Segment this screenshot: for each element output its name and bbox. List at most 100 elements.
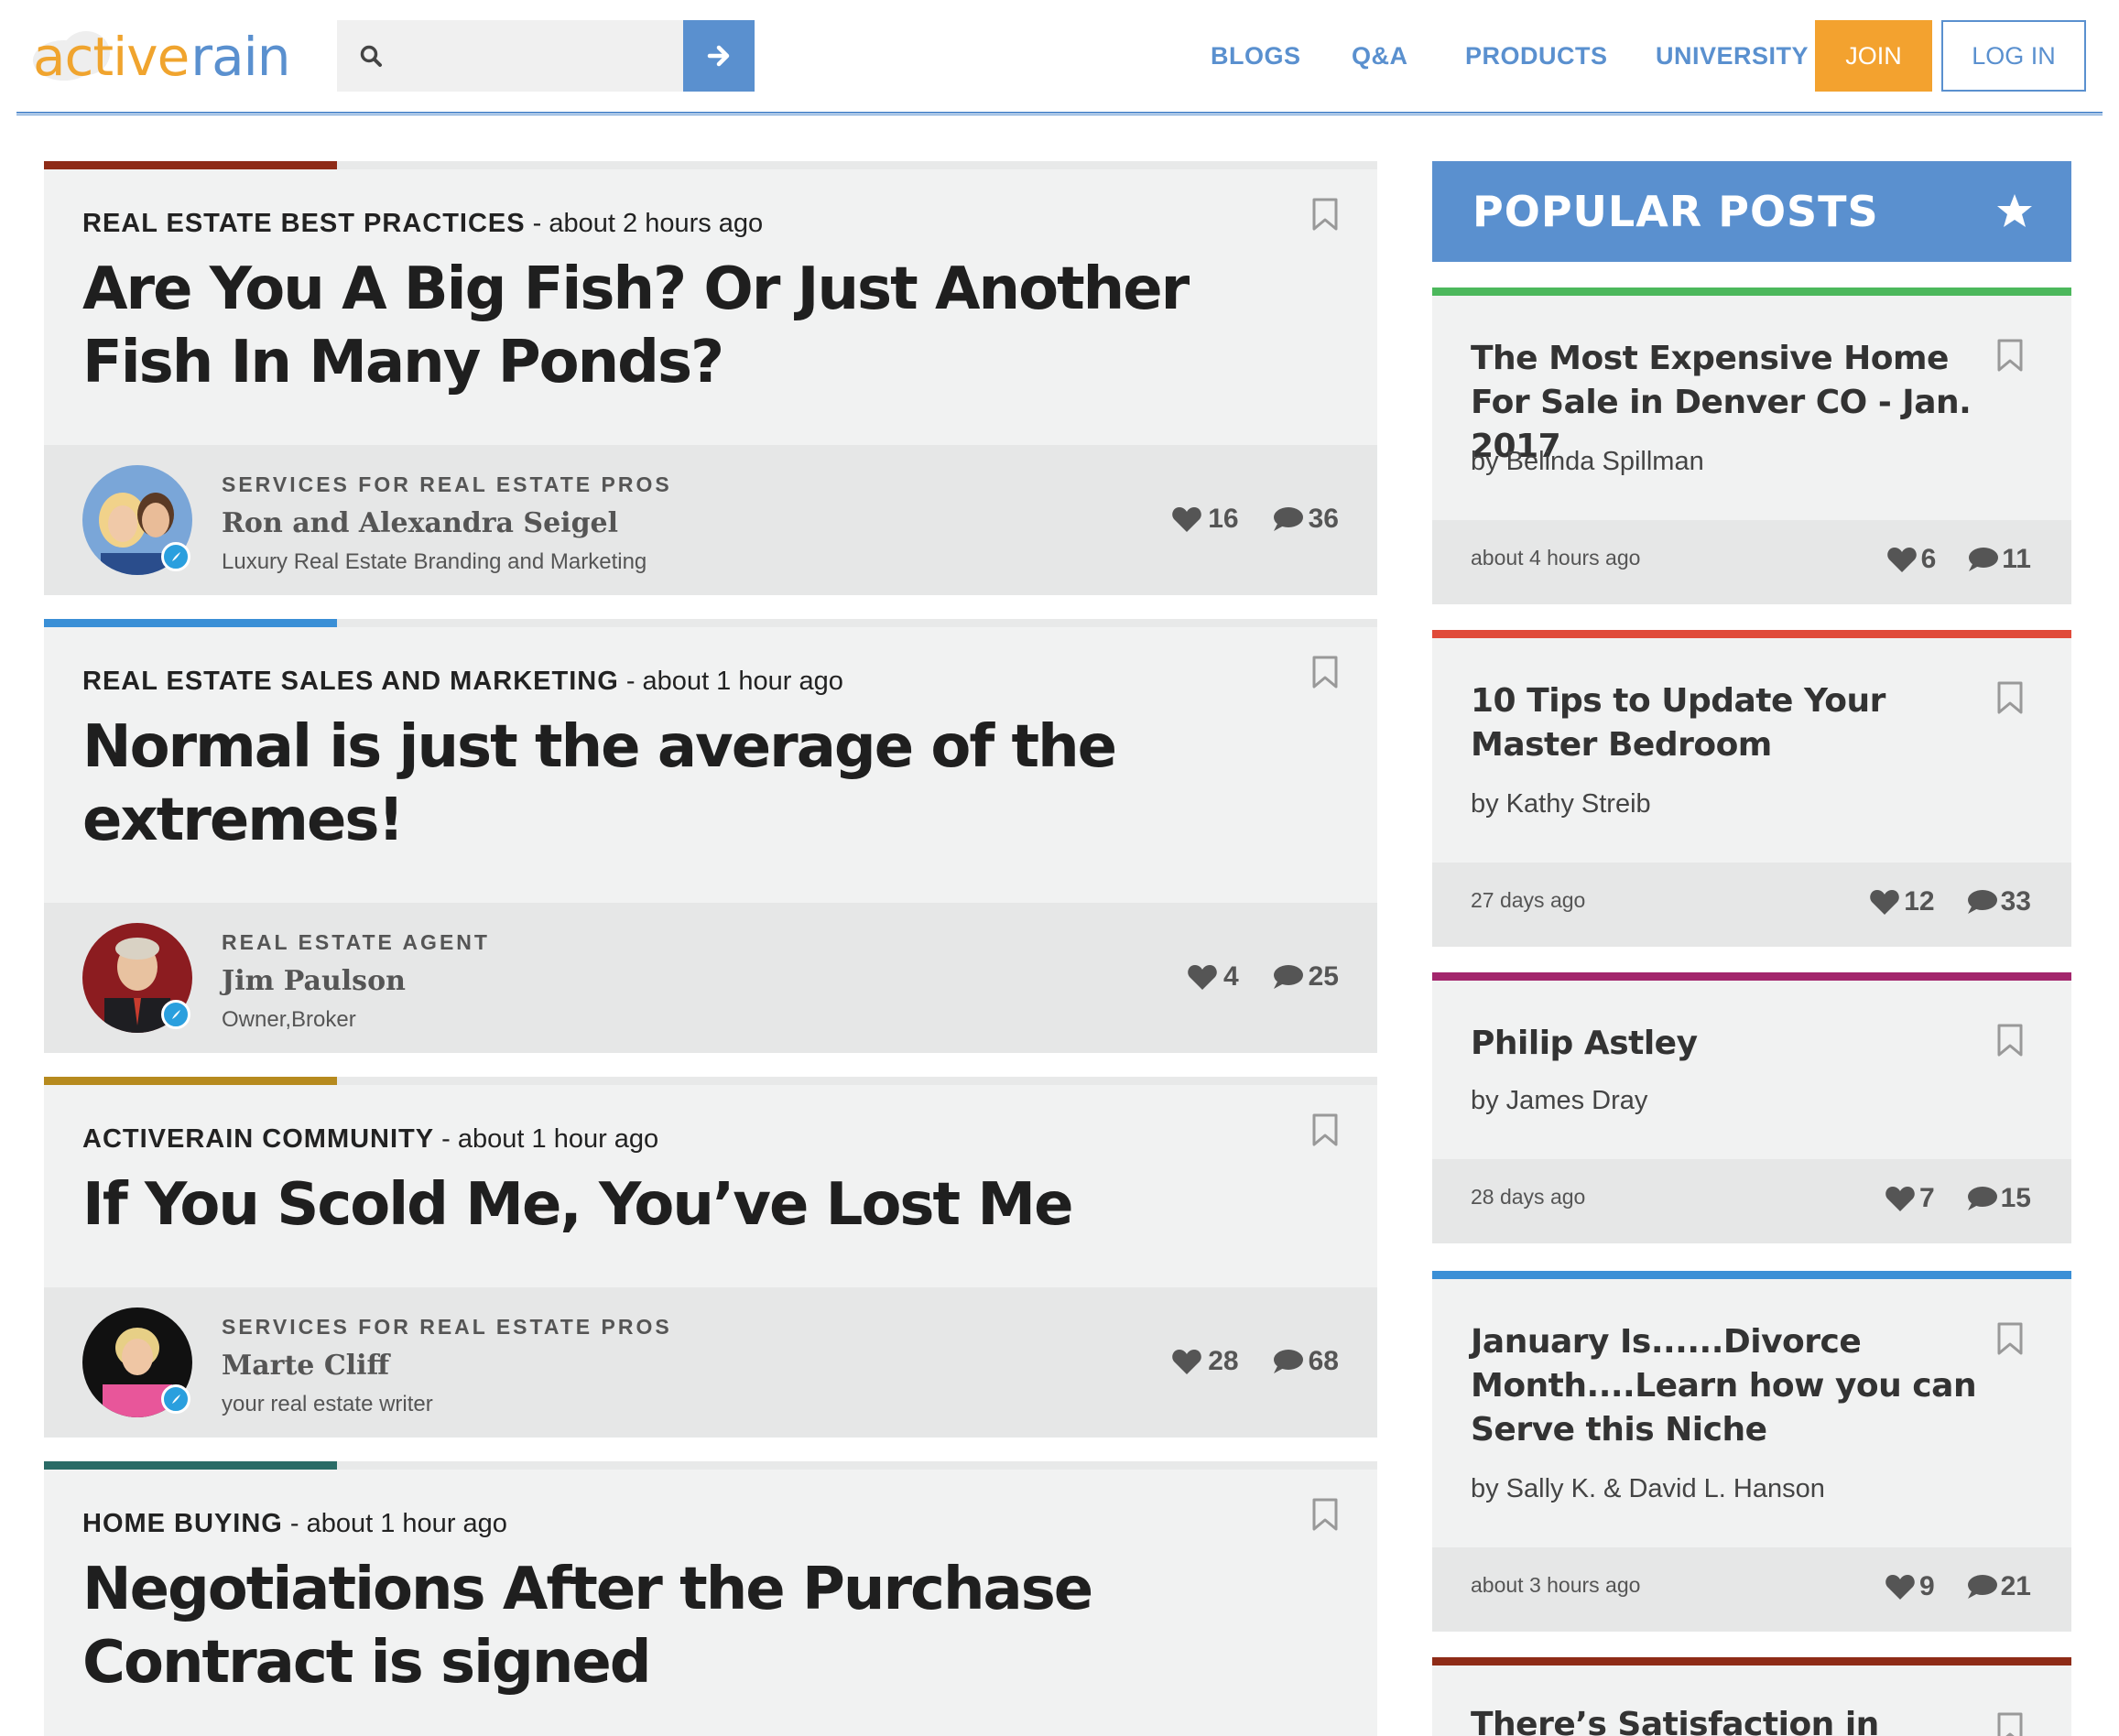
post-category[interactable]: HOME BUYING bbox=[82, 1509, 283, 1538]
post-title[interactable]: Normal is just the average of the extrem… bbox=[82, 711, 1328, 857]
post-title[interactable]: If You Scold Me, You’ve Lost Me bbox=[82, 1168, 1328, 1242]
popular-post-accent bbox=[1432, 1657, 2071, 1665]
popular-post-card[interactable]: There’s Satisfaction in bbox=[1432, 1657, 2071, 1736]
nav-products[interactable]: PRODUCTS bbox=[1465, 20, 1608, 92]
activerain-logo[interactable]: active rain bbox=[33, 20, 291, 93]
post-category[interactable]: REAL ESTATE BEST PRACTICES bbox=[82, 209, 526, 238]
bookmark-icon[interactable] bbox=[1311, 1498, 1339, 1531]
likes-count[interactable]: 12 bbox=[1869, 886, 1935, 917]
popular-post-title[interactable]: 10 Tips to Update Your Master Bedroom bbox=[1471, 679, 1983, 767]
popular-post-author[interactable]: by Kathy Streib bbox=[1471, 789, 1651, 819]
post-time: - about 1 hour ago bbox=[434, 1124, 659, 1154]
comment-icon bbox=[1273, 1350, 1303, 1373]
likes-count[interactable]: 16 bbox=[1171, 504, 1239, 535]
popular-post-time: about 4 hours ago bbox=[1471, 546, 1641, 570]
popular-post-author[interactable]: by James Dray bbox=[1471, 1086, 1647, 1116]
post-time: - about 2 hours ago bbox=[525, 209, 764, 238]
logo-rain-text: rain bbox=[190, 26, 290, 88]
author-name[interactable]: Jim Paulson bbox=[222, 965, 406, 997]
heart-icon bbox=[1885, 1187, 1915, 1211]
author-name[interactable]: Ron and Alexandra Seigel bbox=[222, 507, 618, 539]
author-tagline: Luxury Real Estate Branding and Marketin… bbox=[222, 549, 647, 574]
nav-qa[interactable]: Q&A bbox=[1352, 20, 1408, 92]
author-role: SERVICES FOR REAL ESTATE PROS bbox=[222, 472, 672, 496]
heart-icon bbox=[1188, 965, 1217, 990]
arrow-right-icon bbox=[707, 45, 730, 67]
search-submit-button[interactable] bbox=[683, 20, 755, 92]
bookmark-icon[interactable] bbox=[1311, 198, 1339, 231]
comments-count[interactable]: 33 bbox=[1966, 886, 2031, 917]
popular-post-card[interactable]: 10 Tips to Update Your Master Bedroom by… bbox=[1432, 630, 2071, 947]
site-header: active rain BLOGS Q&A PRODUCTS UNIVERSITY… bbox=[0, 0, 2119, 115]
search-field[interactable] bbox=[337, 20, 683, 92]
join-button[interactable]: JOIN bbox=[1815, 20, 1932, 92]
post-title[interactable]: Negotiations After the Purchase Contract… bbox=[82, 1553, 1328, 1699]
likes-count[interactable]: 28 bbox=[1171, 1346, 1239, 1377]
popular-post-author[interactable]: by Sally K. & David L. Hanson bbox=[1471, 1474, 1825, 1504]
likes-count[interactable]: 9 bbox=[1885, 1571, 1935, 1602]
comment-icon bbox=[1967, 890, 1997, 914]
popular-posts-title: POPULAR POSTS bbox=[1472, 187, 1879, 236]
likes-value: 16 bbox=[1208, 504, 1239, 534]
author-role: SERVICES FOR REAL ESTATE PROS bbox=[222, 1315, 672, 1339]
popular-posts-header: POPULAR POSTS bbox=[1432, 161, 2071, 262]
popular-post-title[interactable]: January Is......Divorce Month....Learn h… bbox=[1471, 1320, 1983, 1452]
bookmark-icon[interactable] bbox=[1996, 1322, 2024, 1355]
comments-value: 15 bbox=[2000, 1183, 2031, 1213]
login-button[interactable]: LOG IN bbox=[1941, 20, 2086, 92]
comments-count[interactable]: 11 bbox=[1967, 544, 2031, 575]
popular-post-card[interactable]: January Is......Divorce Month....Learn h… bbox=[1432, 1271, 2071, 1632]
popular-post-stats: 6 11 bbox=[1855, 544, 2031, 575]
bookmark-icon[interactable] bbox=[1996, 681, 2024, 714]
bookmark-icon[interactable] bbox=[1311, 656, 1339, 689]
popular-post-stats: 9 21 bbox=[1853, 1571, 2031, 1602]
popular-post-time: 27 days ago bbox=[1471, 888, 1586, 912]
comments-count[interactable]: 15 bbox=[1966, 1183, 2031, 1214]
popular-post-card[interactable]: Philip Astley by James Dray 28 days ago … bbox=[1432, 972, 2071, 1243]
author-role: REAL ESTATE AGENT bbox=[222, 930, 490, 954]
nav-university[interactable]: UNIVERSITY bbox=[1656, 20, 1809, 92]
comment-icon bbox=[1273, 965, 1303, 989]
comments-count[interactable]: 36 bbox=[1272, 504, 1339, 535]
post-category[interactable]: ACTIVERAIN COMMUNITY bbox=[82, 1124, 434, 1154]
post-category[interactable]: REAL ESTATE SALES AND MARKETING bbox=[82, 667, 619, 696]
search-input[interactable] bbox=[396, 41, 670, 71]
comments-count[interactable]: 21 bbox=[1966, 1571, 2031, 1602]
post-time: - about 1 hour ago bbox=[618, 667, 843, 696]
post-title[interactable]: Are You A Big Fish? Or Just Another Fish… bbox=[82, 253, 1328, 399]
bookmark-icon[interactable] bbox=[1996, 339, 2024, 372]
verified-badge-icon bbox=[161, 1000, 190, 1029]
heart-icon bbox=[1870, 890, 1900, 915]
comment-icon bbox=[1273, 507, 1303, 531]
post-meta: ACTIVERAIN COMMUNITY - about 1 hour ago bbox=[82, 1124, 658, 1155]
bookmark-icon[interactable] bbox=[1996, 1712, 2024, 1736]
comments-count[interactable]: 68 bbox=[1272, 1346, 1339, 1377]
popular-post-title[interactable]: There’s Satisfaction in bbox=[1471, 1703, 1983, 1736]
blog-post-card[interactable]: ACTIVERAIN COMMUNITY - about 1 hour ago … bbox=[44, 1077, 1377, 1438]
popular-post-author[interactable]: by Belinda Spillman bbox=[1471, 447, 1704, 477]
heart-icon bbox=[1886, 548, 1917, 572]
blog-post-card[interactable]: HOME BUYING - about 1 hour ago Negotiati… bbox=[44, 1461, 1377, 1736]
blog-post-card[interactable]: REAL ESTATE SALES AND MARKETING - about … bbox=[44, 619, 1377, 1053]
popular-post-accent bbox=[1432, 1271, 2071, 1279]
likes-count[interactable]: 7 bbox=[1885, 1183, 1935, 1214]
likes-count[interactable]: 4 bbox=[1187, 961, 1239, 993]
bookmark-icon[interactable] bbox=[1311, 1113, 1339, 1146]
category-accent-bar bbox=[44, 161, 337, 169]
comment-icon bbox=[1969, 548, 1999, 571]
likes-count[interactable]: 6 bbox=[1886, 544, 1936, 575]
likes-value: 4 bbox=[1222, 961, 1239, 992]
author-name[interactable]: Marte Cliff bbox=[222, 1350, 389, 1382]
likes-value: 28 bbox=[1208, 1346, 1239, 1376]
nav-blogs[interactable]: BLOGS bbox=[1211, 20, 1301, 92]
blog-post-card[interactable]: REAL ESTATE BEST PRACTICES - about 2 hou… bbox=[44, 161, 1377, 595]
post-time: - about 1 hour ago bbox=[282, 1509, 507, 1538]
verified-badge-icon bbox=[161, 542, 190, 571]
bookmark-icon[interactable] bbox=[1996, 1024, 2024, 1057]
popular-post-card[interactable]: The Most Expensive Home For Sale in Denv… bbox=[1432, 288, 2071, 604]
heart-icon bbox=[1885, 1575, 1915, 1600]
comments-count[interactable]: 25 bbox=[1272, 961, 1339, 993]
heart-icon bbox=[1172, 1350, 1202, 1374]
logo-active-text: active bbox=[33, 26, 190, 88]
popular-post-title[interactable]: Philip Astley bbox=[1471, 1022, 1983, 1066]
